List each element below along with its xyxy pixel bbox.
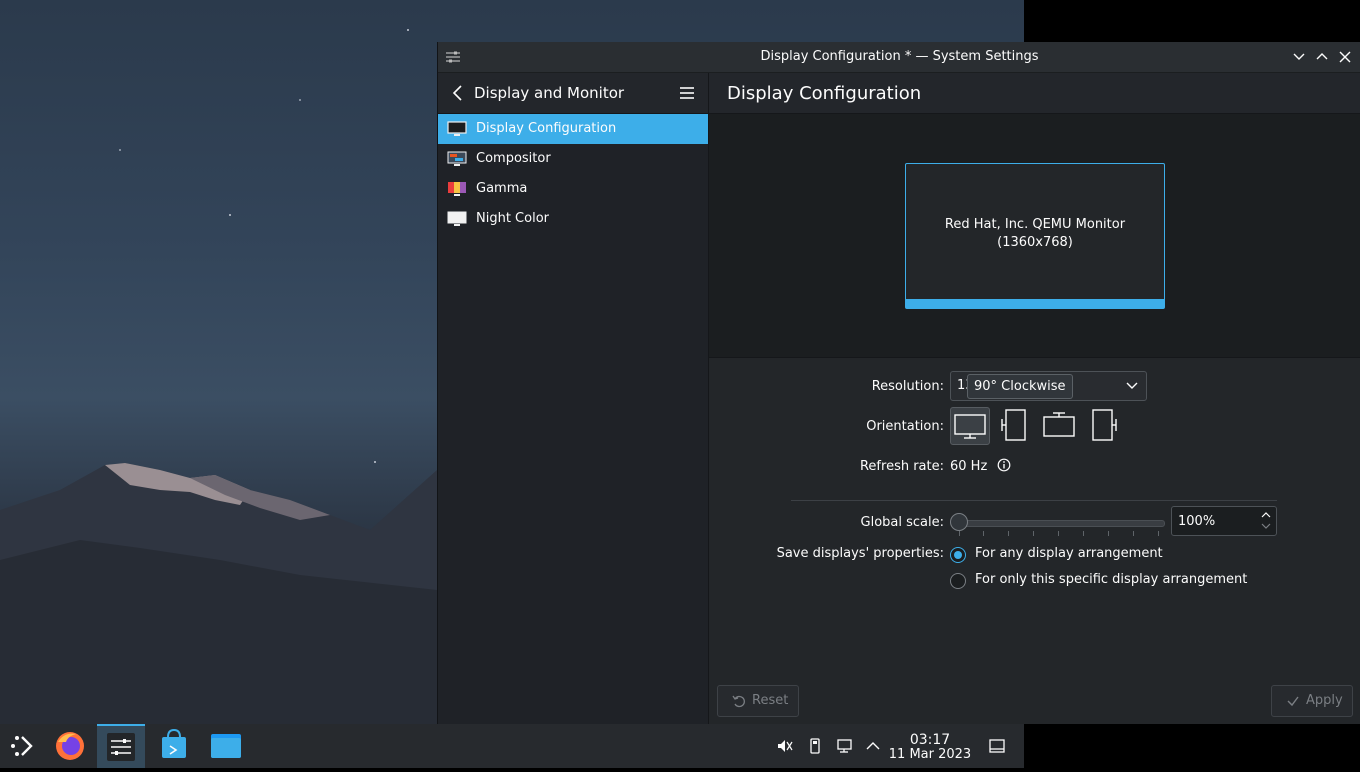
reset-button[interactable]: Reset	[717, 685, 799, 717]
main-panel: Display Configuration Red Hat, Inc. QEMU…	[709, 73, 1360, 724]
window-titlebar[interactable]: Display Configuration * — System Setting…	[438, 42, 1360, 73]
sidebar: Display and Monitor Display Configuratio…	[438, 73, 709, 724]
spin-down-icon[interactable]	[1261, 522, 1271, 530]
checkmark-icon	[1287, 696, 1299, 707]
global-scale-value: 100%	[1178, 514, 1216, 529]
apply-button[interactable]: Apply	[1271, 685, 1353, 717]
spin-up-icon[interactable]	[1261, 511, 1271, 519]
taskbar-firefox[interactable]	[46, 724, 94, 768]
compositor-icon	[447, 151, 467, 166]
slider-tick	[1058, 531, 1059, 536]
sidebar-item-gamma[interactable]: Gamma	[438, 174, 708, 204]
folder-icon	[211, 734, 241, 758]
sidebar-item-night-color[interactable]: Night Color	[438, 204, 708, 234]
slider-tick	[1033, 531, 1034, 536]
taskbar	[0, 724, 1024, 768]
monitor-name-block: Red Hat, Inc. QEMU Monitor (1360x768)	[906, 216, 1164, 252]
orientation-label: Orientation:	[866, 419, 944, 434]
save-properties-label: Save displays' properties:	[776, 546, 944, 561]
display-preview-area: Red Hat, Inc. QEMU Monitor (1360x768)	[709, 114, 1360, 358]
orientation-no-rotation-button[interactable]	[950, 407, 990, 445]
global-scale-spinbox[interactable]: 100%	[1171, 506, 1277, 536]
page-title: Display Configuration	[727, 83, 922, 104]
monitor-selected-bar	[906, 299, 1164, 308]
slider-tick	[1108, 531, 1109, 536]
slider-tick	[959, 531, 960, 536]
chevron-down-icon	[1126, 382, 1138, 389]
firefox-icon	[56, 732, 84, 760]
tray-expand-icon[interactable]	[864, 737, 882, 755]
section-divider	[791, 500, 1277, 501]
slider-tick	[983, 531, 984, 536]
portrait-left-monitor-icon	[1001, 409, 1026, 441]
sidebar-header-label: Display and Monitor	[474, 84, 625, 102]
portrait-right-monitor-icon	[1092, 409, 1117, 441]
slider-tick	[1008, 531, 1009, 536]
main-header: Display Configuration	[709, 73, 1360, 114]
global-scale-label: Global scale:	[860, 515, 944, 530]
clock-time[interactable]: 03:17	[890, 732, 970, 748]
radio-specific-arrangement[interactable]	[950, 573, 966, 589]
monitor-preview[interactable]: Red Hat, Inc. QEMU Monitor (1360x768)	[905, 163, 1165, 309]
close-icon[interactable]	[1336, 48, 1354, 66]
discover-store-icon	[162, 728, 186, 758]
show-desktop-icon[interactable]	[988, 737, 1006, 755]
taskbar-file-manager[interactable]	[202, 724, 250, 768]
sidebar-item-label: Compositor	[476, 151, 551, 166]
refresh-rate-value: 60 Hz	[950, 459, 988, 474]
landscape-monitor-icon	[954, 414, 986, 439]
network-wired-icon[interactable]	[836, 737, 854, 755]
sidebar-item-compositor[interactable]: Compositor	[438, 144, 708, 174]
taskbar-discover[interactable]	[150, 724, 198, 768]
back-arrow-icon[interactable]	[448, 83, 468, 103]
apply-button-label: Apply	[1306, 693, 1343, 708]
radio-any-arrangement-label[interactable]: For any display arrangement	[975, 546, 1163, 561]
undo-icon	[732, 695, 745, 708]
info-icon[interactable]	[997, 458, 1011, 472]
sidebar-item-display-configuration[interactable]: Display Configuration	[438, 114, 708, 144]
kde-launcher-icon	[11, 736, 33, 756]
refresh-rate-label: Refresh rate:	[859, 459, 944, 474]
volume-muted-icon[interactable]	[776, 737, 794, 755]
slider-tick	[1133, 531, 1134, 536]
sidebar-header: Display and Monitor	[438, 73, 708, 114]
monitor-resolution: (1360x768)	[997, 235, 1073, 250]
global-scale-slider-track[interactable]	[958, 520, 1165, 527]
slider-tick	[1158, 531, 1159, 536]
monitor-icon	[447, 121, 467, 136]
application-launcher-button[interactable]	[0, 724, 48, 768]
orientation-upside-down-button[interactable]	[1040, 407, 1078, 443]
monitor-name: Red Hat, Inc. QEMU Monitor	[944, 217, 1126, 232]
orientation-90-clockwise-button[interactable]	[995, 407, 1033, 443]
clock-date[interactable]: 11 Mar 2023	[885, 747, 975, 762]
sidebar-item-label: Gamma	[476, 181, 528, 196]
minimize-icon[interactable]	[1290, 48, 1308, 66]
orientation-tooltip: 90° Clockwise	[967, 374, 1073, 399]
radio-specific-arrangement-label[interactable]: For only this specific display arrangeme…	[975, 572, 1247, 587]
global-scale-slider-handle[interactable]	[950, 513, 968, 531]
taskbar-system-settings[interactable]	[97, 724, 145, 768]
orientation-90-counterclockwise-button[interactable]	[1085, 407, 1123, 443]
radio-any-arrangement[interactable]	[950, 547, 966, 563]
inverted-monitor-icon	[1043, 412, 1075, 437]
gamma-icon	[448, 182, 466, 196]
removable-device-icon[interactable]	[806, 737, 824, 755]
sidebar-item-label: Display Configuration	[476, 121, 617, 136]
system-settings-window: Display Configuration * — System Setting…	[437, 42, 1360, 724]
sidebar-item-label: Night Color	[476, 211, 549, 226]
resolution-label: Resolution:	[871, 379, 944, 394]
hamburger-menu-icon[interactable]	[678, 84, 696, 102]
slider-tick	[1083, 531, 1084, 536]
maximize-icon[interactable]	[1313, 48, 1331, 66]
window-title: Display Configuration * — System Setting…	[760, 49, 1039, 64]
night-color-icon	[447, 211, 467, 226]
system-settings-icon	[107, 733, 135, 761]
reset-button-label: Reset	[752, 693, 789, 708]
